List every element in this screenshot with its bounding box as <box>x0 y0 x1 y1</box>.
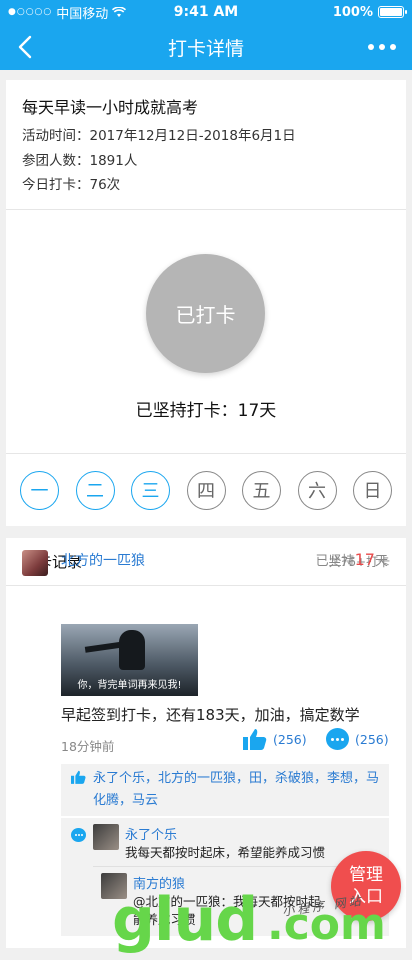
post-text: 早起签到打卡，还有183天，加油，搞定数学 <box>61 706 360 724</box>
nav-bar: 打卡详情 <box>0 24 412 70</box>
comment-icon <box>326 728 349 750</box>
weekday-7[interactable]: 日 <box>353 470 392 510</box>
liked-by-box: 永了个乐，北方的一匹狼，田，杀破狼，李想，马化腾，马云 <box>61 764 389 816</box>
post-streak-days: 17 <box>354 550 375 569</box>
post-time: 18分钟前 <box>61 739 115 754</box>
thumbs-up-icon <box>243 729 267 750</box>
admin-line1: 管理 <box>349 865 383 885</box>
weekday-2[interactable]: 二 <box>75 470 115 510</box>
weekday-4[interactable]: 四 <box>186 470 226 510</box>
status-time: 9:41 AM <box>173 4 239 20</box>
liked-by-names[interactable]: 永了个乐，北方的一匹狼，田，杀破狼，李想，马化腾，马云 <box>93 771 379 808</box>
weekday-5[interactable]: 五 <box>242 470 281 510</box>
post-username[interactable]: 北方的一匹狼 <box>61 550 145 570</box>
comment-author[interactable]: 永了个乐 <box>125 824 177 843</box>
streak-text: 已坚持打卡：17天 <box>135 401 277 421</box>
avatar[interactable] <box>22 550 48 576</box>
post-photo[interactable]: 你，背完单词再来见我! <box>61 624 198 696</box>
thumbs-up-icon <box>71 770 86 784</box>
page-title: 打卡详情 <box>167 37 244 60</box>
battery-icon <box>378 6 407 18</box>
checkin-button[interactable]: 已打卡 <box>146 254 265 373</box>
comment-text: 我每天都按时起床，希望能养成习惯 <box>125 845 326 860</box>
weekday-1[interactable]: 一 <box>20 470 59 510</box>
avatar <box>101 873 127 899</box>
like-button[interactable]: (256) <box>243 728 307 750</box>
event-info: 每天早读一小时成就高考 活动时间：2017年12月12日-2018年6月1日 参… <box>6 80 406 210</box>
post-streak-prefix: 已坚持 <box>315 554 355 569</box>
checkin-area: 已打卡 已坚持打卡：17天 <box>6 210 406 454</box>
comment-icon <box>71 828 86 842</box>
event-card: 每天早读一小时成就高考 活动时间：2017年12月12日-2018年6月1日 参… <box>6 80 406 526</box>
event-title: 每天早读一小时成就高考 <box>22 98 199 117</box>
comment-count: (256) <box>355 731 389 747</box>
post-streak: 已坚持17天 <box>316 550 388 569</box>
weekday-row: 一二三四五六日 <box>6 454 406 526</box>
comment-text: @北方的一匹狼：我每天都按时起 <box>133 894 321 909</box>
event-period: 活动时间：2017年12月12日-2018年6月1日 <box>22 128 296 144</box>
weekday-6[interactable]: 六 <box>297 470 337 510</box>
more-options-icon[interactable] <box>368 44 396 50</box>
post-streak-suffix: 天 <box>374 554 388 569</box>
comment-author[interactable]: 南方的狼 <box>133 873 185 892</box>
admin-line2: 入口 <box>349 887 383 907</box>
avatar <box>93 824 119 850</box>
event-members: 参团人数：1891人 <box>22 152 138 169</box>
photo-caption: 你，背完单词再来见我! <box>77 680 182 691</box>
status-bar: ●○○○○ 中国移动 9:41 AM 100% <box>0 0 412 24</box>
back-chevron-icon[interactable] <box>14 34 38 60</box>
event-today-count: 今日打卡：76次 <box>22 177 121 193</box>
comment-button[interactable]: (256) <box>326 728 389 750</box>
like-count: (256) <box>273 731 307 747</box>
admin-entry-button[interactable]: 管理 入口 <box>331 851 401 921</box>
weekday-3[interactable]: 三 <box>131 470 170 510</box>
comment-text-continued: 能养成习惯 <box>133 912 196 927</box>
